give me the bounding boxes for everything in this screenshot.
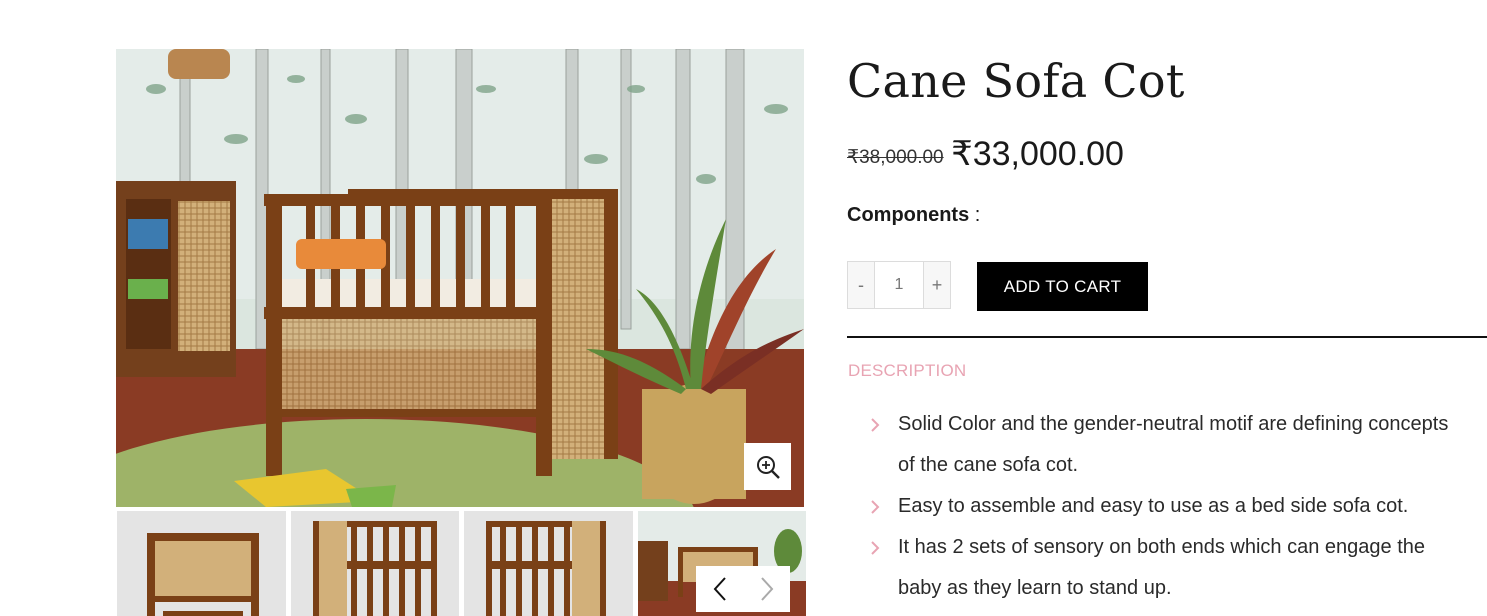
zoom-in-icon: [756, 455, 780, 479]
list-item-text: It has 2 sets of sensory on both ends wh…: [898, 536, 1426, 558]
list-item: It has 2 sets of sensory on both ends wh…: [870, 527, 1487, 609]
thumbnail-1[interactable]: [117, 511, 286, 616]
thumbnail-navigation: [696, 566, 790, 612]
thumbnail-2-image: [291, 511, 459, 616]
quantity-increase-button[interactable]: +: [923, 262, 950, 308]
list-item: Easy to assemble and easy to use as a be…: [870, 486, 1487, 527]
chevron-right-icon: [871, 500, 880, 514]
thumbnail-next-button[interactable]: [743, 566, 790, 612]
list-item-text: Easy to assemble and easy to use as a be…: [898, 495, 1409, 517]
list-item-text-continued: baby as they learn to stand up.: [898, 577, 1172, 599]
cot-photo: [116, 49, 804, 507]
sale-price: ₹33,000.00: [951, 135, 1124, 173]
components-separator: :: [969, 204, 981, 226]
main-product-image[interactable]: [116, 49, 804, 507]
components-label-text: Components: [847, 204, 970, 226]
chevron-left-icon: [713, 577, 726, 601]
list-item-text-continued: of the cane sofa cot.: [898, 454, 1079, 476]
description-list: Solid Color and the gender-neutral motif…: [870, 404, 1487, 609]
chevron-right-icon: [871, 418, 880, 432]
quantity-decrease-button[interactable]: -: [848, 262, 875, 308]
list-item: Solid Color and the gender-neutral motif…: [870, 404, 1487, 486]
thumbnail-prev-button[interactable]: [696, 566, 743, 612]
product-price: ₹38,000.00 ₹33,000.00: [847, 134, 1124, 174]
section-divider: [847, 336, 1487, 338]
zoom-button[interactable]: [744, 443, 791, 490]
thumbnail-2[interactable]: [291, 511, 459, 616]
chevron-right-icon: [760, 577, 773, 601]
quantity-stepper: - +: [847, 261, 951, 309]
thumbnail-3[interactable]: [464, 511, 633, 616]
thumbnail-strip: [116, 511, 806, 616]
list-item-text: Solid Color and the gender-neutral motif…: [898, 413, 1449, 435]
thumbnail-3-image: [464, 511, 633, 616]
chevron-right-icon: [871, 541, 880, 555]
tab-description[interactable]: DESCRIPTION: [848, 361, 966, 381]
original-price: ₹38,000.00: [847, 147, 944, 168]
add-to-cart-button[interactable]: ADD TO CART: [977, 262, 1148, 311]
product-title: Cane Sofa Cot: [847, 54, 1185, 108]
components-label: Components :: [847, 204, 980, 227]
product-page: Cane Sofa Cot ₹38,000.00 ₹33,000.00 Comp…: [0, 0, 1487, 616]
quantity-input[interactable]: [875, 262, 923, 308]
thumbnail-1-image: [117, 511, 286, 616]
